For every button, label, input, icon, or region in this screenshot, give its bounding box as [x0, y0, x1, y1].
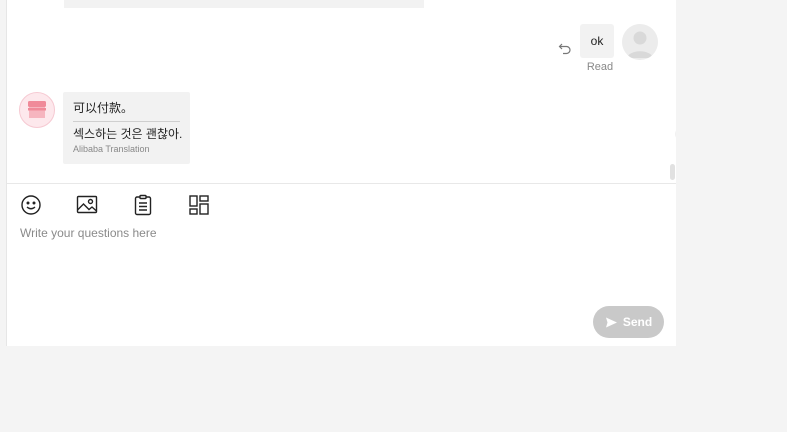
read-status: Read [586, 61, 614, 73]
chat-panel: ok Read 可以付款。 섹스하는 것은 괜찮아. Alibaba Trans… [6, 0, 676, 346]
send-icon [605, 317, 617, 327]
message-input[interactable] [18, 224, 662, 298]
translated-message-text: 섹스하는 것은 괜찮아. [73, 127, 183, 141]
scrollbar-thumb[interactable] [670, 164, 675, 180]
translation-source: Alibaba Translation [73, 144, 150, 154]
original-message-text: 可以付款。 [73, 101, 134, 115]
message-list[interactable]: ok Read 可以付款。 섹스하는 것은 괜찮아. Alibaba Trans… [7, 0, 676, 183]
image-icon[interactable] [76, 194, 98, 216]
send-button-label: Send [622, 315, 653, 329]
outgoing-message-bubble: ok [580, 24, 614, 58]
side-handle[interactable] [675, 128, 676, 140]
user-avatar [622, 24, 658, 60]
send-button[interactable]: Send [593, 306, 664, 338]
layout-icon[interactable] [188, 194, 210, 216]
translation-divider [73, 121, 180, 122]
incoming-message-bubble: 可以付款。 섹스하는 것은 괜찮아. Alibaba Translation [63, 92, 190, 164]
undo-icon[interactable] [558, 41, 572, 55]
outgoing-message-text: ok [590, 34, 604, 48]
message-composer: Send [7, 183, 676, 347]
shop-icon [28, 101, 46, 118]
previous-message-bubble [64, 0, 424, 8]
emoji-icon[interactable] [20, 194, 42, 216]
seller-avatar[interactable] [19, 92, 55, 128]
clipboard-icon[interactable] [132, 194, 154, 216]
